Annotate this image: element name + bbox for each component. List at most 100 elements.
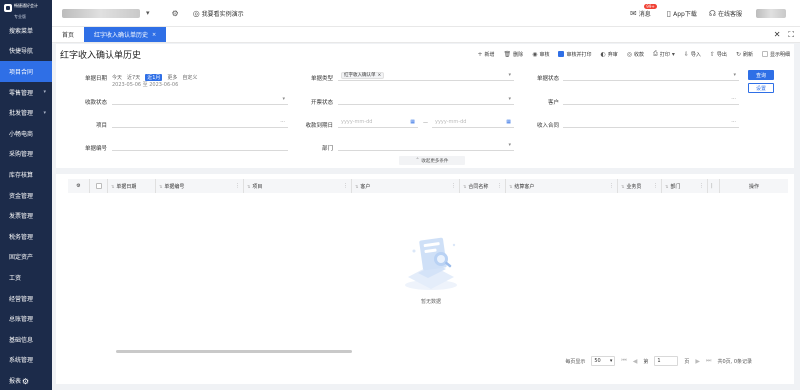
income-contract-picker[interactable]: ··· bbox=[563, 117, 739, 128]
chevron-down-icon: ▾ bbox=[609, 358, 613, 364]
app-download-button[interactable]: ▯ App下载 bbox=[667, 9, 697, 18]
new-button[interactable]: + 新增 bbox=[478, 50, 495, 58]
demo-link[interactable]: ◎ 我要看实例演示 bbox=[193, 9, 244, 18]
sidebar-item-invoice[interactable]: 发票管理 bbox=[0, 205, 52, 226]
doc-type-label: 单据类型 bbox=[310, 76, 333, 82]
sort-icon: ⇅ bbox=[509, 183, 513, 189]
sidebar-item-operations[interactable]: 经营管理 bbox=[0, 288, 52, 309]
col-salesperson[interactable]: ⇅ 业务员 ⋮ bbox=[618, 179, 662, 193]
unaudit-button[interactable]: ◐ 弃审 bbox=[600, 50, 617, 58]
col-truncated[interactable]: | bbox=[708, 179, 720, 193]
sort-icon: ⇅ bbox=[621, 183, 625, 189]
sidebar-item-system[interactable]: 系统管理 bbox=[0, 350, 52, 371]
messages-button[interactable]: ✉ 消息 99+ bbox=[630, 3, 657, 18]
horizontal-scrollbar[interactable] bbox=[116, 350, 352, 353]
tab-home[interactable]: 首页 bbox=[52, 27, 84, 42]
collect-status-select[interactable]: ▾ bbox=[112, 94, 288, 105]
invoice-status-label: 开票状态 bbox=[310, 100, 333, 106]
sidebar-item-project-contract[interactable]: 项目合同 bbox=[0, 61, 52, 82]
settings-gear-icon[interactable]: ⚙ bbox=[172, 9, 179, 18]
tab-red-income-history[interactable]: 红字收入确认单历史 × bbox=[84, 27, 167, 42]
project-picker[interactable]: ··· bbox=[112, 117, 288, 128]
query-button[interactable]: 查询 bbox=[748, 70, 774, 80]
sidebar-item-basic-info[interactable]: 基础信息 bbox=[0, 329, 52, 350]
col-doc-date[interactable]: ⇅ 单据日期 bbox=[108, 179, 156, 193]
col-contract-name[interactable]: ⇅ 合同名称 ⋮ bbox=[460, 179, 506, 193]
export-button[interactable]: ⇧ 导出 bbox=[710, 50, 727, 58]
refresh-button[interactable]: ↻ 刷新 bbox=[736, 50, 753, 58]
import-icon: ⇩ bbox=[683, 50, 689, 58]
tag-close-icon[interactable]: × bbox=[378, 73, 382, 78]
more-dots-icon: ⋮ bbox=[451, 183, 456, 189]
user-name[interactable] bbox=[756, 8, 786, 18]
online-service-button[interactable]: ☊ 在线客服 bbox=[709, 9, 742, 18]
audit-print-button[interactable]: 审核并打印 bbox=[558, 50, 591, 58]
export-icon: ⇧ bbox=[709, 50, 715, 58]
quick-custom[interactable]: 自定义 bbox=[182, 74, 197, 81]
sidebar-item-tax[interactable]: 税务管理 bbox=[0, 226, 52, 247]
settings-button[interactable]: 设置 bbox=[748, 83, 774, 93]
collect-button[interactable]: ◎ 收款 bbox=[627, 50, 644, 58]
more-dots-icon: ⋮ bbox=[699, 183, 704, 189]
account-selector[interactable] bbox=[62, 8, 140, 18]
col-project[interactable]: ⇅ 项目 ⋮ bbox=[244, 179, 352, 193]
trash-icon: 🗑 bbox=[503, 50, 512, 58]
sidebar-item-ledger[interactable]: 总账管理 bbox=[0, 308, 52, 329]
select-all-cell[interactable] bbox=[90, 179, 108, 193]
sidebar-item-salary[interactable]: 工资 bbox=[0, 267, 52, 288]
more-dots-icon: ··· bbox=[731, 96, 736, 102]
audit-icon: ◉ bbox=[532, 50, 538, 58]
doc-number-input[interactable] bbox=[112, 140, 288, 151]
sidebar-item-fixed-assets[interactable]: 固定资产 bbox=[0, 247, 52, 268]
sidebar-item-purchase[interactable]: 采购管理 bbox=[0, 144, 52, 165]
show-detail-checkbox[interactable] bbox=[761, 51, 768, 57]
last-page-icon[interactable]: ⏭ bbox=[706, 357, 711, 365]
quick-7days[interactable]: 近7天 bbox=[127, 74, 140, 81]
doc-status-select[interactable]: ▾ bbox=[563, 70, 739, 81]
doc-type-select[interactable]: 红字收入确认单 × ▾ bbox=[338, 70, 514, 81]
per-page-select[interactable]: 50 ▾ bbox=[591, 356, 616, 366]
due-date-end[interactable]: yyyy-mm-dd ▦ bbox=[432, 117, 514, 128]
sidebar-item-inventory[interactable]: 库存核算 bbox=[0, 164, 52, 185]
close-all-icon[interactable]: ✕ bbox=[774, 30, 781, 39]
col-settle-customer[interactable]: ⇅ 结算客户 ⋮ bbox=[506, 179, 618, 193]
quick-month[interactable]: 近1月 bbox=[145, 74, 163, 81]
col-customer[interactable]: ⇅ 客户 ⋮ bbox=[352, 179, 460, 193]
grid-settings-cell[interactable]: ⚙ bbox=[68, 179, 90, 193]
delete-button[interactable]: 🗑 删除 bbox=[504, 50, 524, 58]
col-department[interactable]: ⇅ 部门 ⋮ bbox=[662, 179, 708, 193]
sidebar-item-retail[interactable]: 零售管理 ▾ bbox=[0, 82, 52, 103]
collapse-conditions-button[interactable]: ⌃ 收起更多条件 bbox=[399, 156, 465, 165]
sidebar-item-quick-nav[interactable]: 快捷导航 bbox=[0, 41, 52, 62]
eye-icon: ◎ bbox=[192, 8, 200, 18]
prev-page-icon[interactable]: ◀ bbox=[633, 358, 638, 365]
invoice-status-select[interactable]: ▾ bbox=[338, 94, 514, 105]
print-button[interactable]: ⎙ 打印 ▾ bbox=[653, 50, 675, 58]
sidebar-item-ecommerce[interactable]: 小畅电商 bbox=[0, 123, 52, 144]
audit-button[interactable]: ◉ 审核 bbox=[532, 50, 549, 58]
customer-picker[interactable]: ··· bbox=[563, 94, 739, 105]
sidebar-item-search[interactable]: 搜索菜单 bbox=[0, 20, 52, 41]
chevron-down-icon[interactable]: ▾ bbox=[146, 9, 150, 17]
close-icon[interactable]: × bbox=[152, 32, 156, 38]
more-dots-icon: ⋮ bbox=[497, 183, 502, 189]
audit-print-checkbox[interactable] bbox=[558, 51, 565, 57]
empty-state: 暂无数据 bbox=[376, 229, 486, 305]
select-all-checkbox[interactable] bbox=[95, 183, 102, 189]
fullscreen-icon[interactable]: ⛶ bbox=[788, 30, 794, 40]
next-page-icon[interactable]: ▶ bbox=[695, 358, 700, 365]
import-button[interactable]: ⇩ 导入 bbox=[684, 50, 701, 58]
quick-more[interactable]: 更多 bbox=[167, 74, 177, 81]
sort-icon: ⇅ bbox=[159, 183, 163, 189]
page-number-input[interactable]: 1 bbox=[654, 356, 679, 366]
quick-today[interactable]: 今天 bbox=[112, 74, 122, 81]
col-doc-number[interactable]: ⇅ 单据编号 ⋮ bbox=[156, 179, 244, 193]
due-date-start[interactable]: yyyy-mm-dd ▦ bbox=[338, 117, 418, 128]
sidebar-item-wholesale[interactable]: 批发管理 ▾ bbox=[0, 102, 52, 123]
gear-icon[interactable]: ⚙ bbox=[21, 377, 30, 386]
first-page-icon[interactable]: ⏮ bbox=[621, 357, 626, 365]
show-detail-toggle[interactable]: 显示明细 bbox=[761, 50, 790, 58]
department-select[interactable]: ▾ bbox=[338, 140, 514, 151]
per-page-label: 每页显示 bbox=[565, 358, 586, 365]
sidebar-item-funds[interactable]: 资金管理 bbox=[0, 185, 52, 206]
